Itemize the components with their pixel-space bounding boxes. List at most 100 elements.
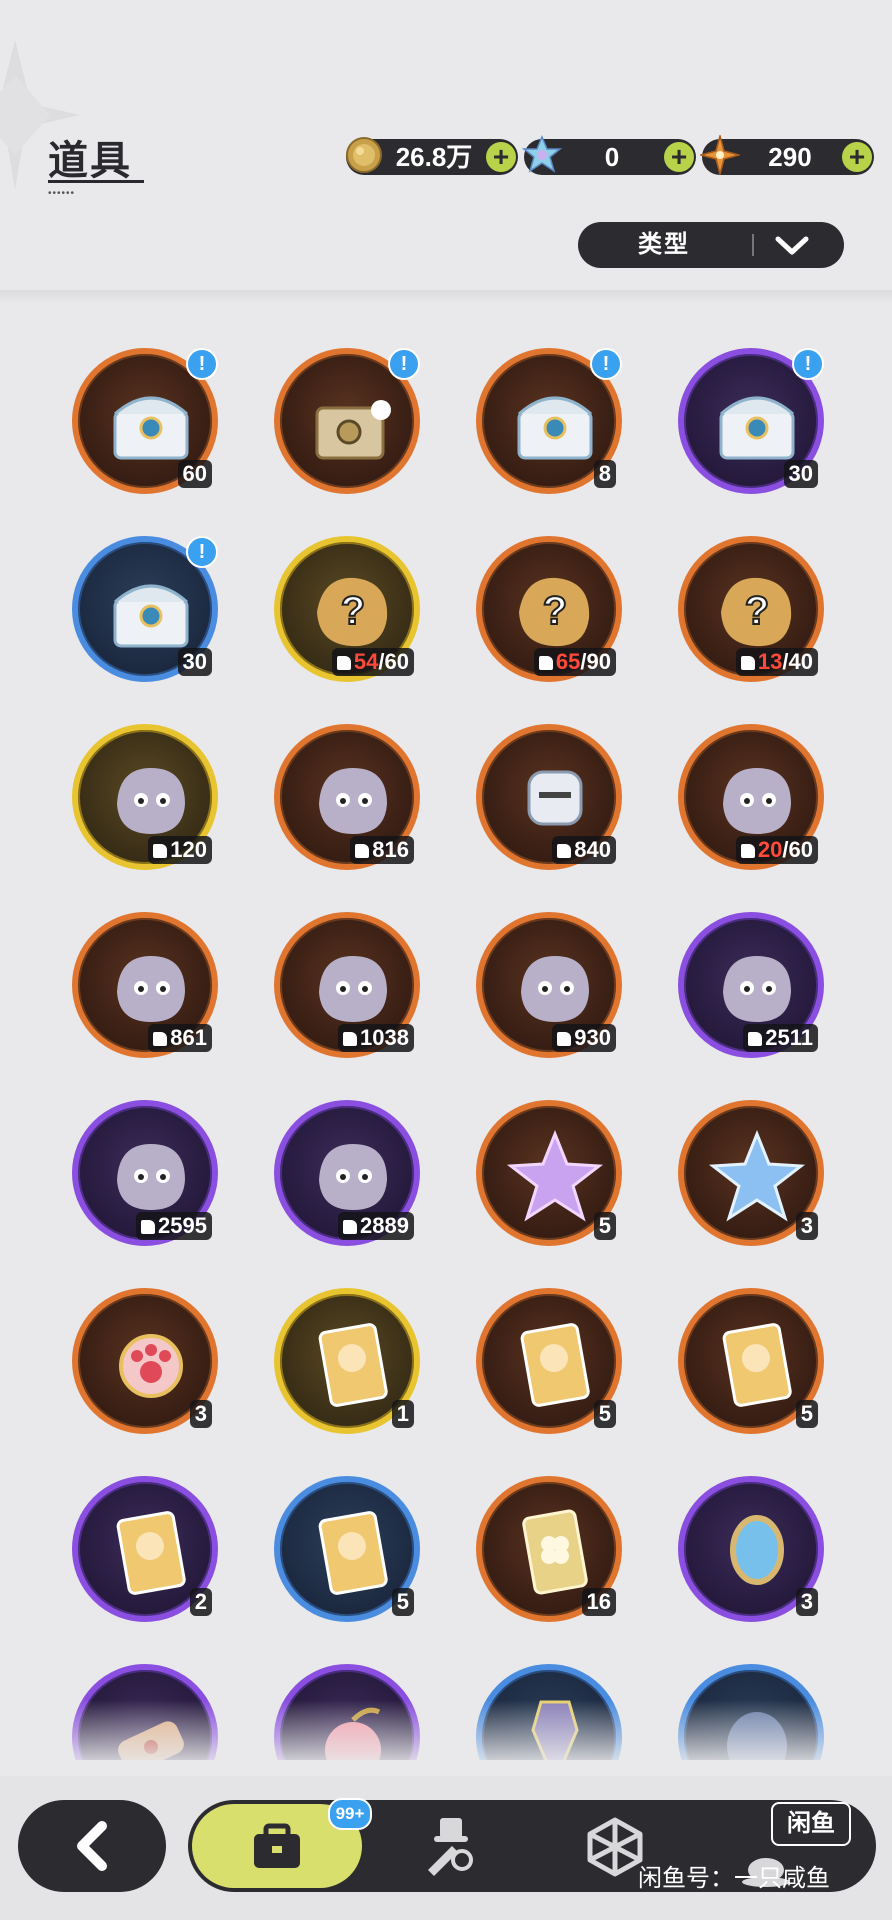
item-count: 2889: [338, 1212, 414, 1240]
currency-crystal: 0 +: [522, 135, 696, 175]
type-filter-dropdown[interactable]: 类型: [578, 222, 844, 268]
fragment-have: 20: [757, 837, 783, 862]
add-crystal-button[interactable]: +: [664, 142, 694, 172]
pink-star-crystal-icon: [506, 1129, 604, 1222]
item-slot[interactable]: 2: [72, 1476, 218, 1622]
currency-gold: 26.8万 +: [346, 137, 518, 175]
item-count: 3: [189, 1400, 212, 1428]
creature-fragment-icon: [723, 768, 791, 834]
fragment-icon: [153, 1032, 168, 1046]
item-slot[interactable]: ? 54/60: [274, 536, 420, 682]
alert-badge-icon: !: [388, 348, 420, 380]
star-shard-icon: [700, 135, 740, 175]
creature-fragment-icon: [319, 956, 387, 1022]
item-slot[interactable]: !: [274, 348, 420, 494]
knight-fragment-icon: [527, 770, 583, 826]
item-slot[interactable]: 60!: [72, 348, 218, 494]
svg-text:?: ?: [745, 589, 769, 633]
item-slot[interactable]: ? 65/90: [476, 536, 622, 682]
treasure-chest-icon: [113, 584, 189, 648]
item-slot[interactable]: 930: [476, 912, 622, 1058]
item-slot[interactable]: 2511: [678, 912, 824, 1058]
chevron-down-icon: [775, 236, 809, 255]
item-count: 20/60: [735, 836, 818, 864]
creature-fragment-icon: [117, 1144, 185, 1210]
add-star-shard-button[interactable]: +: [842, 142, 872, 172]
treasure-chest-icon: [113, 396, 189, 460]
golden-chest-icon: [315, 400, 391, 460]
fragment-count: 840: [574, 837, 611, 862]
grid-fade: [0, 1700, 892, 1770]
item-count: 2511: [743, 1024, 818, 1052]
creature-fragment-icon: [319, 1144, 387, 1210]
alert-badge-icon: !: [186, 536, 218, 568]
fragment-count: 1038: [360, 1025, 409, 1050]
item-slot[interactable]: 5: [476, 1288, 622, 1434]
fragment-count: 816: [372, 837, 409, 862]
character-card-icon: [116, 1511, 186, 1595]
item-slot[interactable]: 120: [72, 724, 218, 870]
item-slot[interactable]: ? 13/40: [678, 536, 824, 682]
creature-fragment-icon: [117, 956, 185, 1022]
item-count: 861: [148, 1024, 212, 1052]
item-count: 5: [593, 1400, 616, 1428]
item-count: 1: [391, 1400, 414, 1428]
item-count: 8: [593, 460, 616, 488]
item-count: 2595: [136, 1212, 212, 1240]
item-slot[interactable]: 3: [678, 1100, 824, 1246]
fragment-have: 65: [555, 649, 581, 674]
item-count: 930: [552, 1024, 616, 1052]
item-slot[interactable]: 5: [476, 1100, 622, 1246]
back-button[interactable]: [18, 1800, 166, 1892]
item-count: 2: [189, 1588, 212, 1616]
fragment-count: 2595: [158, 1213, 207, 1238]
page-title: 道具: [48, 139, 132, 183]
add-gold-button[interactable]: +: [486, 142, 516, 172]
fragment-icon: [538, 656, 553, 670]
item-slot[interactable]: 1038: [274, 912, 420, 1058]
magic-mirror-icon: [730, 1515, 784, 1585]
item-slot[interactable]: 8!: [476, 348, 622, 494]
alert-badge-icon: !: [186, 348, 218, 380]
character-card-icon: [722, 1323, 792, 1407]
fragment-count: 2889: [360, 1213, 409, 1238]
fragment-have: 54: [353, 649, 379, 674]
hat-sword-icon: [428, 1818, 473, 1876]
character-card-icon: [318, 1511, 388, 1595]
fragment-icon: [153, 844, 168, 858]
item-slot[interactable]: 16: [476, 1476, 622, 1622]
alert-badge-icon: !: [792, 348, 824, 380]
item-count: 816: [350, 836, 414, 864]
item-slot[interactable]: 816: [274, 724, 420, 870]
alert-badge-icon: !: [590, 348, 622, 380]
item-count: 1038: [338, 1024, 414, 1052]
creature-fragment-icon: [723, 956, 791, 1022]
currency-star-shard-value: 290: [768, 142, 812, 172]
fragment-count: 861: [170, 1025, 207, 1050]
currency-gold-value: 26.8万: [395, 142, 473, 172]
title-dots: ••••••: [48, 188, 76, 199]
item-slot[interactable]: 2595: [72, 1100, 218, 1246]
item-slot[interactable]: 3: [678, 1476, 824, 1622]
item-slot[interactable]: 5: [274, 1476, 420, 1622]
item-slot[interactable]: 30!: [72, 536, 218, 682]
item-slot[interactable]: 840: [476, 724, 622, 870]
item-slot[interactable]: 20/60: [678, 724, 824, 870]
item-slot[interactable]: 5: [678, 1288, 824, 1434]
svg-text:?: ?: [341, 589, 365, 633]
item-count: 30: [177, 648, 212, 676]
item-slot[interactable]: 30!: [678, 348, 824, 494]
fragment-count: 930: [574, 1025, 611, 1050]
item-slot[interactable]: 861: [72, 912, 218, 1058]
item-slot[interactable]: 2889: [274, 1100, 420, 1246]
tab-gear[interactable]: [410, 1812, 490, 1882]
title-underline: [48, 180, 144, 183]
item-slot[interactable]: 1: [274, 1288, 420, 1434]
fragment-icon: [557, 844, 572, 858]
item-count: 5: [795, 1400, 818, 1428]
fragment-need: /40: [782, 649, 813, 674]
treasure-chest-icon: [719, 396, 795, 460]
item-slot[interactable]: 3: [72, 1288, 218, 1434]
paw-charm-icon: [119, 1334, 183, 1398]
fragment-icon: [343, 1032, 358, 1046]
